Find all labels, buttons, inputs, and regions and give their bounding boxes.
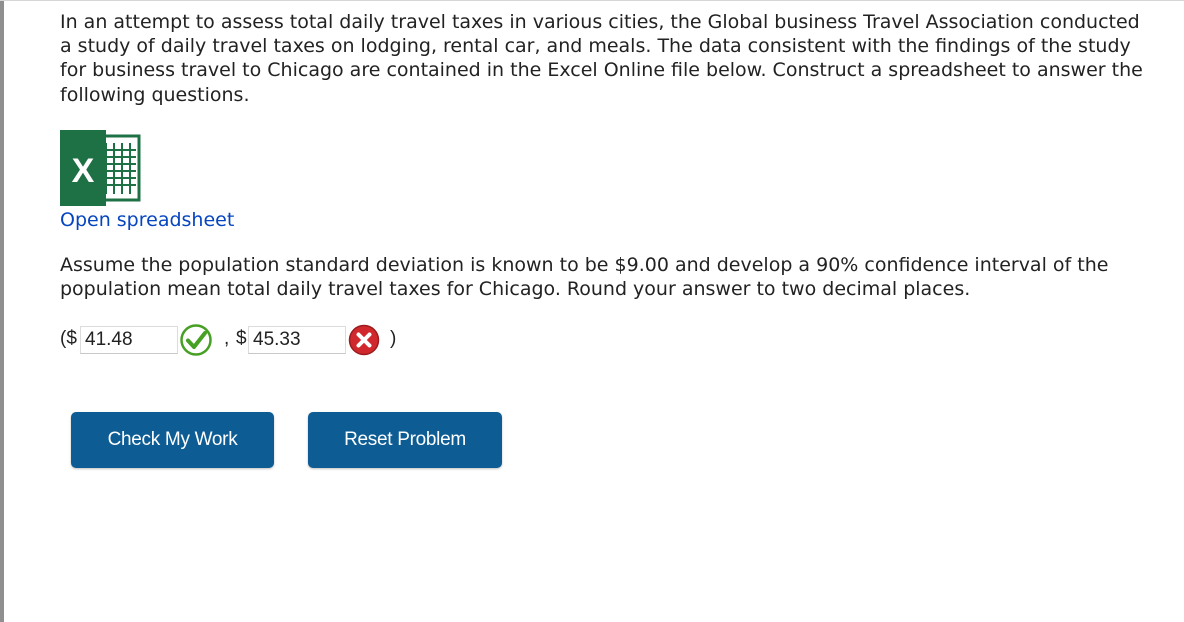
upper-bound-input[interactable] <box>248 326 346 354</box>
incorrect-x-icon <box>348 324 380 356</box>
svg-text:X: X <box>72 152 95 190</box>
lower-bound-input[interactable] <box>80 326 178 354</box>
question-paragraph: Assume the population standard deviation… <box>60 254 1109 301</box>
top-border <box>0 0 1184 1</box>
open-paren-currency: ($ <box>60 328 77 349</box>
close-paren: ) <box>390 328 397 349</box>
check-my-work-button[interactable]: Check My Work <box>71 412 274 468</box>
excel-icon[interactable]: X <box>60 130 142 210</box>
intro-paragraph: In an attempt to assess total daily trav… <box>60 11 1143 106</box>
confidence-interval-answer: ($ , $ ) <box>60 322 420 356</box>
upper-currency-symbol: $ <box>236 328 247 349</box>
left-border <box>0 0 4 622</box>
reset-problem-button[interactable]: Reset Problem <box>308 412 502 468</box>
interval-separator: , <box>224 328 230 349</box>
correct-check-icon <box>180 324 212 356</box>
open-spreadsheet-link[interactable]: Open spreadsheet <box>60 208 234 232</box>
